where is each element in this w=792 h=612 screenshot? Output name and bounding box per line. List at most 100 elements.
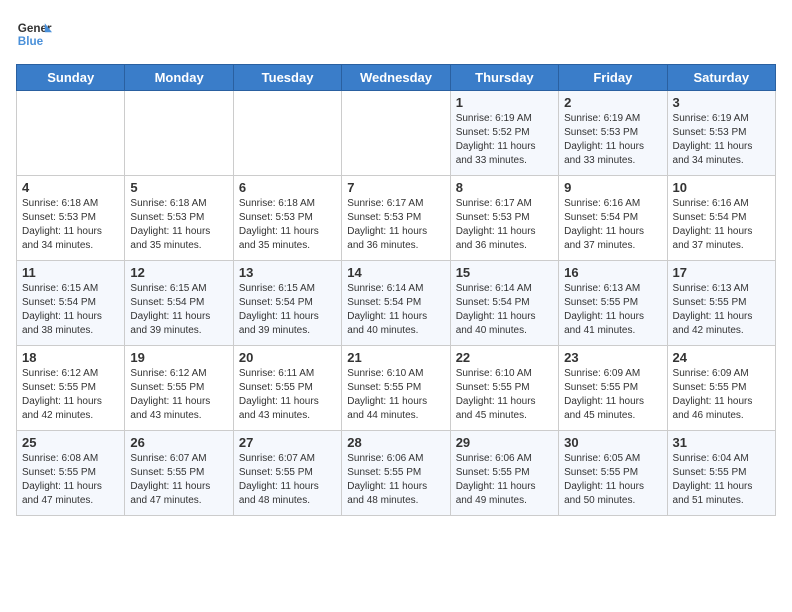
day-number: 12 — [130, 265, 227, 280]
day-number: 1 — [456, 95, 553, 110]
day-info: Sunrise: 6:19 AM Sunset: 5:53 PM Dayligh… — [564, 112, 661, 168]
day-number: 13 — [239, 265, 336, 280]
calendar-cell: 29 Sunrise: 6:06 AM Sunset: 5:55 PM Dayli… — [450, 431, 558, 516]
header-day-wednesday: Wednesday — [342, 65, 450, 91]
day-number: 4 — [22, 180, 119, 195]
day-info: Sunrise: 6:19 AM Sunset: 5:52 PM Dayligh… — [456, 112, 553, 168]
header-day-saturday: Saturday — [667, 65, 775, 91]
header-day-thursday: Thursday — [450, 65, 558, 91]
day-info: Sunrise: 6:06 AM Sunset: 5:55 PM Dayligh… — [456, 452, 553, 508]
day-info: Sunrise: 6:14 AM Sunset: 5:54 PM Dayligh… — [456, 282, 553, 338]
calendar-cell: 31Sunrise: 6:04 AM Sunset: 5:55 PM Dayli… — [667, 431, 775, 516]
calendar-cell: 21Sunrise: 6:10 AM Sunset: 5:55 PM Dayli… — [342, 346, 450, 431]
calendar-cell: 16 Sunrise: 6:13 AM Sunset: 5:55 PM Dayli… — [559, 261, 667, 346]
day-number: 2 — [564, 95, 661, 110]
day-number: 19 — [130, 350, 227, 365]
day-number: 14 — [347, 265, 444, 280]
page-header: General Blue — [16, 16, 776, 52]
calendar-header: SundayMondayTuesdayWednesdayThursdayFrid… — [17, 65, 776, 91]
week-row-5: 25 Sunrise: 6:08 AM Sunset: 5:55 PM Dayli… — [17, 431, 776, 516]
calendar-cell: 27 Sunrise: 6:07 AM Sunset: 5:55 PM Dayli… — [233, 431, 341, 516]
day-info: Sunrise: 6:13 AM Sunset: 5:55 PM Dayligh… — [564, 282, 661, 338]
day-number: 27 — [239, 435, 336, 450]
calendar-cell — [342, 91, 450, 176]
calendar-table: SundayMondayTuesdayWednesdayThursdayFrid… — [16, 64, 776, 516]
day-number: 5 — [130, 180, 227, 195]
day-number: 22 — [456, 350, 553, 365]
day-number: 23 — [564, 350, 661, 365]
calendar-cell — [125, 91, 233, 176]
svg-text:Blue: Blue — [18, 35, 44, 48]
day-info: Sunrise: 6:07 AM Sunset: 5:55 PM Dayligh… — [239, 452, 336, 508]
calendar-cell: 20 Sunrise: 6:11 AM Sunset: 5:55 PM Dayli… — [233, 346, 341, 431]
logo-icon: General Blue — [16, 16, 52, 52]
day-info: Sunrise: 6:19 AM Sunset: 5:53 PM Dayligh… — [673, 112, 770, 168]
day-number: 25 — [22, 435, 119, 450]
day-number: 30 — [564, 435, 661, 450]
calendar-cell: 6 Sunrise: 6:18 AM Sunset: 5:53 PM Daylig… — [233, 176, 341, 261]
day-number: 31 — [673, 435, 770, 450]
day-info: Sunrise: 6:06 AM Sunset: 5:55 PM Dayligh… — [347, 452, 444, 508]
week-row-3: 11 Sunrise: 6:15 AM Sunset: 5:54 PM Dayli… — [17, 261, 776, 346]
header-day-sunday: Sunday — [17, 65, 125, 91]
day-info: Sunrise: 6:13 AM Sunset: 5:55 PM Dayligh… — [673, 282, 770, 338]
day-info: Sunrise: 6:18 AM Sunset: 5:53 PM Dayligh… — [239, 197, 336, 253]
header-day-tuesday: Tuesday — [233, 65, 341, 91]
calendar-cell: 26 Sunrise: 6:07 AM Sunset: 5:55 PM Dayli… — [125, 431, 233, 516]
calendar-cell: 1 Sunrise: 6:19 AM Sunset: 5:52 PM Daylig… — [450, 91, 558, 176]
day-info: Sunrise: 6:10 AM Sunset: 5:55 PM Dayligh… — [347, 367, 444, 423]
calendar-cell: 22 Sunrise: 6:10 AM Sunset: 5:55 PM Dayli… — [450, 346, 558, 431]
calendar-cell: 10 Sunrise: 6:16 AM Sunset: 5:54 PM Dayli… — [667, 176, 775, 261]
day-number: 7 — [347, 180, 444, 195]
calendar-cell: 18Sunrise: 6:12 AM Sunset: 5:55 PM Dayli… — [17, 346, 125, 431]
day-info: Sunrise: 6:07 AM Sunset: 5:55 PM Dayligh… — [130, 452, 227, 508]
calendar-cell: 25 Sunrise: 6:08 AM Sunset: 5:55 PM Dayli… — [17, 431, 125, 516]
day-info: Sunrise: 6:10 AM Sunset: 5:55 PM Dayligh… — [456, 367, 553, 423]
header-day-friday: Friday — [559, 65, 667, 91]
week-row-1: 1 Sunrise: 6:19 AM Sunset: 5:52 PM Daylig… — [17, 91, 776, 176]
day-info: Sunrise: 6:09 AM Sunset: 5:55 PM Dayligh… — [673, 367, 770, 423]
day-number: 3 — [673, 95, 770, 110]
day-number: 18 — [22, 350, 119, 365]
header-row: SundayMondayTuesdayWednesdayThursdayFrid… — [17, 65, 776, 91]
calendar-cell: 12Sunrise: 6:15 AM Sunset: 5:54 PM Dayli… — [125, 261, 233, 346]
day-info: Sunrise: 6:18 AM Sunset: 5:53 PM Dayligh… — [130, 197, 227, 253]
day-info: Sunrise: 6:17 AM Sunset: 5:53 PM Dayligh… — [347, 197, 444, 253]
calendar-body: 1 Sunrise: 6:19 AM Sunset: 5:52 PM Daylig… — [17, 91, 776, 516]
week-row-4: 18Sunrise: 6:12 AM Sunset: 5:55 PM Dayli… — [17, 346, 776, 431]
day-info: Sunrise: 6:05 AM Sunset: 5:55 PM Dayligh… — [564, 452, 661, 508]
calendar-cell: 23 Sunrise: 6:09 AM Sunset: 5:55 PM Dayli… — [559, 346, 667, 431]
day-info: Sunrise: 6:16 AM Sunset: 5:54 PM Dayligh… — [673, 197, 770, 253]
day-number: 10 — [673, 180, 770, 195]
header-day-monday: Monday — [125, 65, 233, 91]
day-info: Sunrise: 6:11 AM Sunset: 5:55 PM Dayligh… — [239, 367, 336, 423]
day-number: 15 — [456, 265, 553, 280]
logo: General Blue — [16, 16, 52, 52]
calendar-cell: 13 Sunrise: 6:15 AM Sunset: 5:54 PM Dayli… — [233, 261, 341, 346]
day-number: 26 — [130, 435, 227, 450]
calendar-cell: 2 Sunrise: 6:19 AM Sunset: 5:53 PM Daylig… — [559, 91, 667, 176]
day-info: Sunrise: 6:14 AM Sunset: 5:54 PM Dayligh… — [347, 282, 444, 338]
day-number: 16 — [564, 265, 661, 280]
day-info: Sunrise: 6:15 AM Sunset: 5:54 PM Dayligh… — [22, 282, 119, 338]
day-info: Sunrise: 6:17 AM Sunset: 5:53 PM Dayligh… — [456, 197, 553, 253]
calendar-cell: 5 Sunrise: 6:18 AM Sunset: 5:53 PM Daylig… — [125, 176, 233, 261]
calendar-cell: 7 Sunrise: 6:17 AM Sunset: 5:53 PM Daylig… — [342, 176, 450, 261]
calendar-cell: 17Sunrise: 6:13 AM Sunset: 5:55 PM Dayli… — [667, 261, 775, 346]
day-info: Sunrise: 6:18 AM Sunset: 5:53 PM Dayligh… — [22, 197, 119, 253]
day-number: 29 — [456, 435, 553, 450]
day-info: Sunrise: 6:08 AM Sunset: 5:55 PM Dayligh… — [22, 452, 119, 508]
calendar-cell: 9Sunrise: 6:16 AM Sunset: 5:54 PM Daylig… — [559, 176, 667, 261]
day-info: Sunrise: 6:16 AM Sunset: 5:54 PM Dayligh… — [564, 197, 661, 253]
day-number: 20 — [239, 350, 336, 365]
day-info: Sunrise: 6:15 AM Sunset: 5:54 PM Dayligh… — [239, 282, 336, 338]
calendar-cell: 30 Sunrise: 6:05 AM Sunset: 5:55 PM Dayli… — [559, 431, 667, 516]
calendar-cell: 15 Sunrise: 6:14 AM Sunset: 5:54 PM Dayli… — [450, 261, 558, 346]
calendar-cell: 4 Sunrise: 6:18 AM Sunset: 5:53 PM Daylig… — [17, 176, 125, 261]
calendar-cell: 3 Sunrise: 6:19 AM Sunset: 5:53 PM Daylig… — [667, 91, 775, 176]
day-number: 6 — [239, 180, 336, 195]
week-row-2: 4 Sunrise: 6:18 AM Sunset: 5:53 PM Daylig… — [17, 176, 776, 261]
calendar-cell: 19Sunrise: 6:12 AM Sunset: 5:55 PM Dayli… — [125, 346, 233, 431]
day-number: 11 — [22, 265, 119, 280]
day-info: Sunrise: 6:09 AM Sunset: 5:55 PM Dayligh… — [564, 367, 661, 423]
